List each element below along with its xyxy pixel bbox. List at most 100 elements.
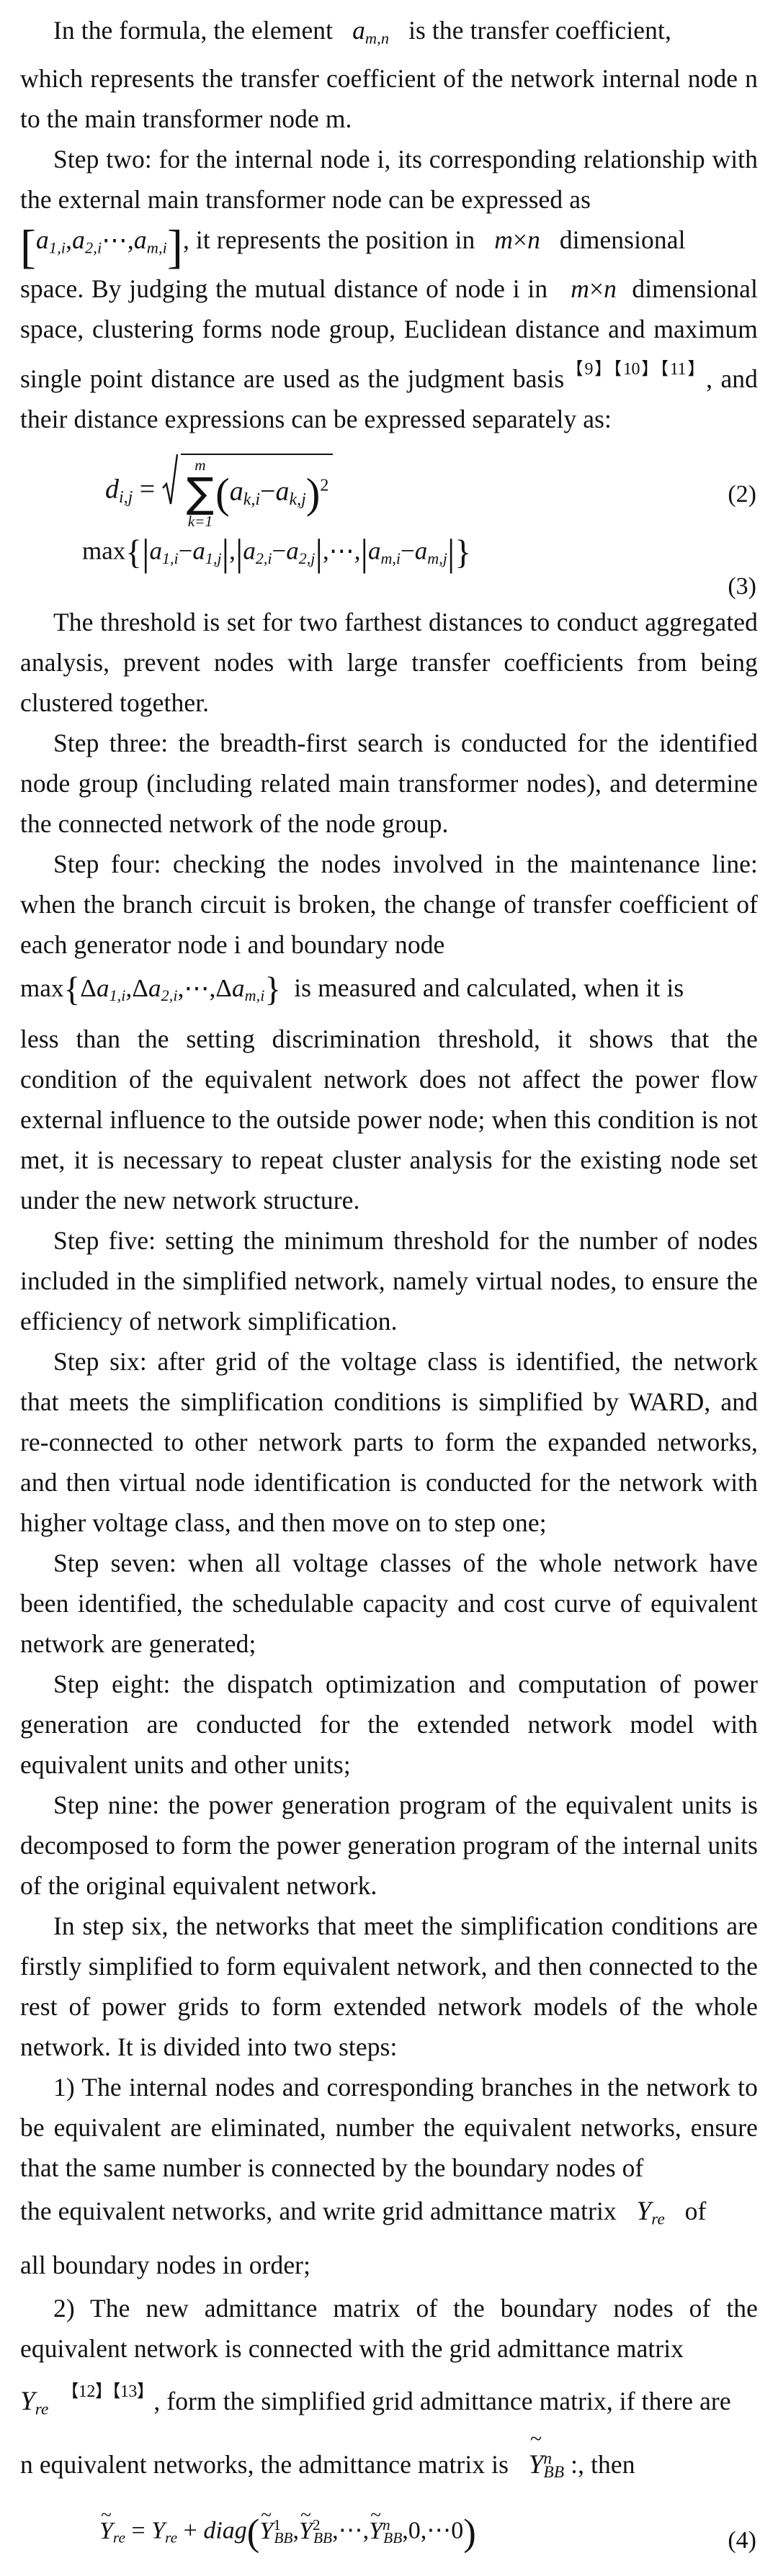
eq3-t3-left: a	[367, 536, 381, 565]
eq4-equals: =	[131, 2517, 146, 2544]
p7-text-a: Step four: checking the nodes involved i…	[20, 849, 758, 959]
comma-2: ,	[127, 225, 134, 255]
paragraph-n-equivalent-networks: n equivalent networks, the admittance ma…	[20, 2428, 758, 2495]
eq3-bar-3: |	[235, 531, 243, 574]
p3-text-c: dimensional	[559, 225, 686, 255]
sigma-icon: ∑	[186, 469, 215, 517]
eq4-paren-close: )	[463, 2512, 476, 2554]
equation-4-number: (4)	[728, 2527, 756, 2554]
delta-a-m-sub: m,i	[244, 986, 265, 1004]
eq3-brace-open: {	[125, 533, 142, 571]
eq4-argn-sub: BB	[383, 2528, 403, 2546]
citation-marks-9-10-11: 【9】【10】【11】	[564, 359, 707, 379]
eq3-comma-1: ,	[229, 536, 236, 565]
math-times-1: ×	[513, 225, 528, 255]
eq3-ellipsis: ⋯	[328, 536, 354, 565]
eq4-ellipsis-1: ⋯	[338, 2517, 363, 2544]
eq4-comma-3: ,	[362, 2517, 370, 2544]
eq3-t3-right: a	[414, 536, 428, 565]
inline-math-Yre-1: Yre	[623, 2197, 679, 2229]
tilde-over-Y: ~ Y	[529, 2428, 544, 2488]
math-symbol-a2: a	[72, 225, 85, 255]
p17-text-a: n equivalent networks, the admittance ma…	[20, 2449, 509, 2479]
paragraph-transfer-coefficient: which represents the transfer coefficien…	[20, 64, 758, 134]
p15-text-b: the equivalent networks, and write grid …	[20, 2196, 617, 2225]
p7-text-b: is measured and calculated, when it is	[294, 973, 684, 1002]
delta-3: Δ	[215, 973, 233, 1002]
eq4-lhs-sub: re	[112, 2528, 125, 2546]
eq3-bar-6: |	[447, 531, 455, 574]
eq4-ellipsis-2: ⋯	[426, 2517, 452, 2544]
eq4-tilde-Y-lhs: ~ Y	[99, 2505, 113, 2545]
eq4-rhs-sub: re	[165, 2528, 178, 2546]
eq4-zero-2: 0	[451, 2517, 464, 2544]
document-page: In the formula, the element a m, n is the …	[0, 0, 778, 2554]
eq3-t1-left: a	[149, 536, 162, 565]
eq3-bar-5: |	[360, 531, 368, 574]
eq3-brace-close: }	[455, 533, 472, 571]
eq3-bar-2: |	[221, 531, 230, 574]
inline-math-m-times-n-1: m×n	[481, 225, 553, 254]
eq4-plus: +	[183, 2517, 197, 2544]
math-symbol-n-1: n	[527, 225, 540, 255]
math-sub-BB: BB	[543, 2463, 565, 2482]
eq3-t2-right-sub: 2,j	[298, 549, 316, 567]
paragraph-step-two-vector-line: [a1,i,a2,i⋯,am,i], it represents the pos…	[20, 220, 758, 271]
eq4-tilde-Y1: ~ Y	[259, 2505, 273, 2545]
delta-a-1: a	[96, 973, 109, 1002]
eq3-t1-left-sub: 1,i	[161, 549, 179, 567]
inline-math-vector-bracket: [a1,i,a2,i⋯,am,i]	[20, 224, 183, 271]
equation-3-body: max{|a1,i−a1,j|,|a2,i−a2,j|,⋯,|am,i−am,j…	[82, 531, 471, 575]
eq2-radicand: m ∑ k=1 (ak,i−ak,j)2	[180, 453, 334, 530]
inline-math-m-times-n-2: m×n	[555, 274, 625, 303]
eq2-paren-open: (	[215, 469, 230, 517]
p16-text-a: 2) The new admittance matrix of the boun…	[20, 2294, 758, 2364]
p1-pre-text: In the formula, the element	[53, 16, 334, 45]
eq4-zero-1: 0	[408, 2517, 421, 2544]
eq2-power: 2	[320, 475, 329, 495]
tilde-accent-icon: ~	[530, 2427, 542, 2451]
bracket-open: [	[20, 220, 36, 274]
eq4-tilde-icon-3: ~	[370, 2504, 381, 2526]
text-column: In the formula, the element a m, n is the …	[20, 10, 758, 2576]
paragraph-step-eight: Step eight: the dispatch optimization an…	[20, 1669, 758, 1779]
p4-text-a: space. By judging the mutual distance of…	[20, 274, 548, 303]
eq2-equals: =	[139, 474, 156, 504]
eq2-lhs-d: d	[105, 474, 119, 504]
paragraph-in-step-six: In step six, the networks that meet the …	[20, 1911, 758, 2061]
p1-post-text: is the transfer coefficient,	[408, 16, 671, 45]
math-symbol-a: a	[352, 16, 365, 45]
math-symbol-m-1: m	[494, 225, 513, 255]
eq2-term-a: a	[229, 476, 243, 506]
eq4-paren-open: (	[246, 2512, 260, 2554]
eq4-arg2-sub: BB	[313, 2528, 333, 2546]
math-sub-mi: m,i	[146, 238, 167, 257]
p17-text-b: :, then	[571, 2449, 635, 2479]
paragraph-item-1: 1) The internal nodes and corresponding …	[20, 2067, 758, 2188]
p3-text-a: Step two: for the internal node i, its c…	[20, 145, 758, 215]
equation-3-number: (3)	[728, 572, 756, 600]
math-sub-1i: 1,i	[48, 238, 66, 257]
math-symbol-a1: a	[35, 225, 49, 255]
inline-math-Ytilde-n-BB: ~ YnBB	[515, 2428, 565, 2482]
paragraph-clustering: space. By judging the mutual distance of…	[20, 269, 758, 439]
eq2-minus: −	[260, 476, 276, 506]
inline-brace-close: }	[264, 970, 282, 1009]
delta-a-1-sub: 1,i	[109, 986, 126, 1004]
math-sub-re-1: re	[651, 2210, 665, 2229]
paragraph-step-five: Step five: setting the minimum threshold…	[20, 1225, 758, 1336]
math-sub-re-2: re	[35, 2400, 49, 2419]
radical-sign-icon	[161, 452, 178, 505]
equation-4-body: ~ Yre = Yre + diag(~ Y1BB, ~ Y2BB,⋯, ~ YnBB,0,…	[99, 2505, 476, 2554]
paragraph-step-two: Step two: for the internal node i, its c…	[20, 139, 758, 220]
paragraph-step-nine: Step nine: the power generation program …	[20, 1790, 758, 1900]
paragraph-item-1-tail: all boundary nodes in order;	[20, 2251, 311, 2280]
equation-2-block: di,j = m ∑ k=1 (ak,i−ak,j)2 (2)	[20, 446, 758, 531]
equation-4-block: ~ Yre = Yre + diag(~ Y1BB, ~ Y2BB,⋯, ~ YnBB,0,…	[20, 2505, 758, 2576]
inline-math-Yre-2: Yre	[20, 2387, 49, 2419]
eq3-t3-right-sub: m,j	[427, 549, 447, 567]
paragraph-item-2-math-line: Yre 【12】【13】, form the simplified grid a…	[20, 2369, 758, 2433]
bracket-close: ]	[166, 220, 183, 274]
p15-text-c: of	[684, 2196, 707, 2225]
eq3-bar-1: |	[141, 531, 150, 574]
